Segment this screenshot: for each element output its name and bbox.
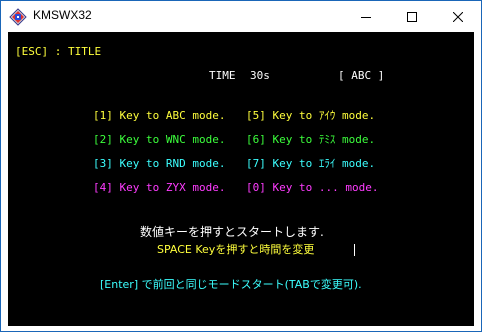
text-cursor	[354, 244, 355, 256]
maximize-icon	[407, 11, 417, 22]
mode-option-3: [3] Key to RND mode.	[93, 157, 226, 170]
game-screen[interactable]: [ESC] : TITLE TIME 30s [ ABC ] [1] Key t…	[8, 32, 474, 326]
close-button[interactable]	[435, 1, 481, 32]
esc-title-hint: [ESC] : TITLE	[15, 45, 102, 58]
mode-option-2: [2] Key to WNC mode.	[93, 133, 226, 146]
minimize-icon	[361, 16, 371, 18]
mode-option-1: [1] Key to ABC mode.	[93, 109, 226, 122]
mode-option-0: [0] Key to ... mode.	[246, 181, 379, 194]
enter-key-hint: [Enter] で前回と同じモードスタート(TABで変更可).	[100, 278, 362, 291]
space-key-hint: SPACE Keyを押すと時間を変更	[157, 243, 315, 256]
minimize-button[interactable]	[343, 1, 389, 32]
mode-option-6: [6] Key to ﾃﾐｽ mode.	[246, 133, 376, 146]
time-value: 30s	[250, 69, 270, 82]
time-label: TIME	[209, 69, 236, 82]
maximize-button[interactable]	[389, 1, 435, 32]
app-window: KMSWX32 [ESC] : TITLE TIME 30s [ ABC ] […	[0, 0, 482, 332]
window-title: KMSWX32	[33, 8, 92, 22]
mode-option-7: [7] Key to ｴﾗｲ mode.	[246, 157, 376, 170]
mode-indicator: [ ABC ]	[338, 69, 385, 82]
close-icon	[453, 11, 463, 22]
mode-option-4: [4] Key to ZYX mode.	[93, 181, 226, 194]
mode-option-5: [5] Key to ｱｲｳ mode.	[246, 109, 376, 122]
app-logo-icon[interactable]	[9, 8, 27, 26]
title-bar[interactable]: KMSWX32	[1, 1, 481, 32]
start-message: 数値キーを押すとスタートします.	[140, 225, 324, 239]
